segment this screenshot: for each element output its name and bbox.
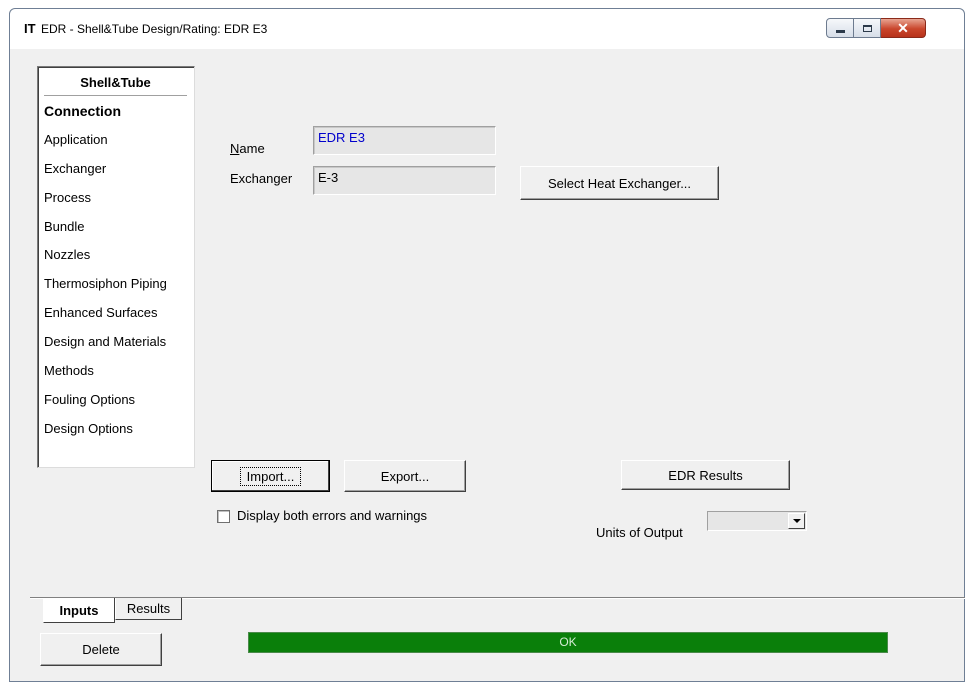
maximize-button[interactable] [854, 18, 881, 38]
name-field[interactable]: EDR E3 [313, 126, 496, 155]
nav-item-design-and-materials[interactable]: Design and Materials [44, 334, 194, 363]
status-bar: OK [248, 632, 888, 653]
nav-list: Connection Application Exchanger Process Bun… [44, 103, 194, 450]
close-icon: ✕ [897, 20, 909, 36]
name-label-rest: ame [239, 141, 265, 156]
app-icon: IT [24, 21, 36, 36]
nav-item-connection[interactable]: Connection [44, 103, 194, 132]
name-label-mnemonic: N [230, 141, 240, 156]
nav-item-methods[interactable]: Methods [44, 363, 194, 392]
select-heat-exchanger-button[interactable]: Select Heat Exchanger... [520, 166, 719, 200]
exchanger-value: E-3 [318, 170, 339, 185]
nav-header: Shell&Tube [44, 70, 187, 96]
edr-results-button[interactable]: EDR Results [621, 460, 790, 490]
name-value: EDR E3 [318, 130, 365, 145]
minimize-button[interactable] [826, 18, 854, 38]
units-of-output-select[interactable] [707, 511, 807, 531]
app-window: IT EDR - Shell&Tube Design/Rating: EDR E… [9, 8, 965, 682]
nav-item-bundle[interactable]: Bundle [44, 219, 194, 248]
exchanger-label: Exchanger [230, 171, 293, 186]
nav-item-process[interactable]: Process [44, 190, 194, 219]
tab-inputs[interactable]: Inputs [43, 598, 115, 623]
name-label: Name [230, 141, 265, 157]
minimize-icon [835, 29, 845, 33]
window-title: EDR - Shell&Tube Design/Rating: EDR E3 [41, 22, 268, 36]
display-errors-warnings-label: Display both errors and warnings [237, 508, 428, 523]
delete-button[interactable]: Delete [40, 633, 162, 666]
nav-item-thermosiphon-piping[interactable]: Thermosiphon Piping [44, 276, 194, 305]
chevron-down-icon [792, 519, 801, 523]
section-navigator: Shell&Tube Connection Application Exchange… [37, 66, 195, 468]
client-area: Shell&Tube Connection Application Exchange… [10, 49, 965, 681]
nav-item-fouling-options[interactable]: Fouling Options [44, 392, 194, 421]
import-button[interactable]: Import... [211, 460, 330, 492]
nav-item-enhanced-surfaces[interactable]: Enhanced Surfaces [44, 305, 194, 334]
nav-item-design-options[interactable]: Design Options [44, 421, 194, 450]
title-bar[interactable]: IT EDR - Shell&Tube Design/Rating: EDR E… [10, 9, 964, 49]
display-errors-warnings-checkbox[interactable] [217, 510, 230, 523]
caption-buttons: ✕ [826, 18, 956, 38]
nav-item-nozzles[interactable]: Nozzles [44, 247, 194, 276]
exchanger-field[interactable]: E-3 [313, 166, 496, 195]
close-button[interactable]: ✕ [881, 18, 926, 38]
maximize-icon [862, 24, 872, 32]
export-button[interactable]: Export... [344, 460, 466, 492]
nav-item-application[interactable]: Application [44, 132, 194, 161]
units-dropdown-button[interactable] [788, 513, 805, 529]
tab-results[interactable]: Results [115, 598, 182, 620]
import-button-label: Import... [239, 466, 302, 486]
nav-item-exchanger[interactable]: Exchanger [44, 161, 194, 190]
units-of-output-label: Units of Output [596, 525, 683, 540]
